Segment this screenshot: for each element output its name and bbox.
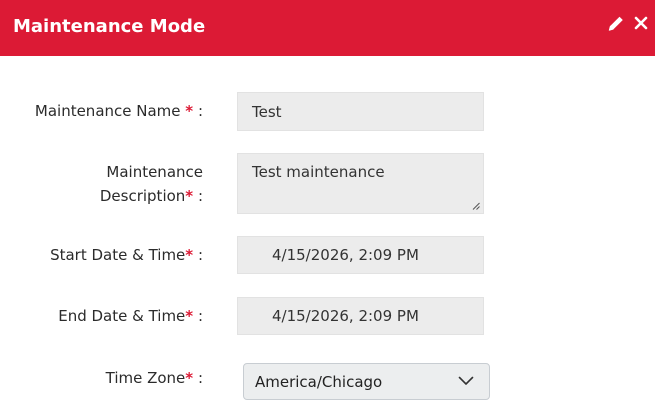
chevron-down-icon [458,376,474,385]
maintenance-description-label-line1: Maintenance [106,163,203,181]
start-datetime-value: 4/15/2026, 2:09 PM [272,246,419,264]
maintenance-mode-dialog: Maintenance Mode Maintenance Name * : Te… [0,0,655,415]
label-colon: : [197,307,203,325]
required-marker: * [185,102,194,120]
end-datetime-label: End Date & Time* : [58,305,203,328]
time-zone-selected-value: America/Chicago [255,372,383,391]
pencil-icon[interactable] [606,12,626,34]
label-colon: : [197,102,203,120]
end-datetime-label-text: End Date & Time [58,307,186,325]
required-marker: * [185,307,194,325]
required-marker: * [185,246,194,264]
maintenance-description-label: Maintenance Description* : [100,161,203,208]
start-datetime-input[interactable]: 4/15/2026, 2:09 PM [237,236,484,274]
dialog-header: Maintenance Mode [0,0,655,56]
time-zone-label-text: Time Zone [105,369,186,387]
maintenance-name-input[interactable]: Test [237,92,484,131]
required-marker: * [185,187,194,205]
start-datetime-label: Start Date & Time* : [50,244,203,267]
end-datetime-value: 4/15/2026, 2:09 PM [272,307,419,325]
start-datetime-label-text: Start Date & Time [50,246,186,264]
label-colon: : [197,187,203,205]
required-marker: * [185,369,194,387]
maintenance-name-label-text: Maintenance Name [34,102,181,120]
time-zone-label: Time Zone* : [106,367,203,390]
maintenance-description-label-line2: Description [99,187,186,205]
close-icon[interactable] [631,12,651,34]
resize-handle-icon[interactable] [472,202,480,210]
label-colon: : [197,369,203,387]
label-colon: : [197,246,203,264]
maintenance-name-label: Maintenance Name * : [35,100,203,123]
dialog-title: Maintenance Mode [13,16,206,37]
time-zone-select[interactable]: America/Chicago [243,363,490,400]
maintenance-description-value: Test maintenance [252,163,385,181]
maintenance-description-textarea[interactable]: Test maintenance [237,153,484,214]
end-datetime-input[interactable]: 4/15/2026, 2:09 PM [237,297,484,335]
maintenance-name-value: Test [252,102,282,121]
